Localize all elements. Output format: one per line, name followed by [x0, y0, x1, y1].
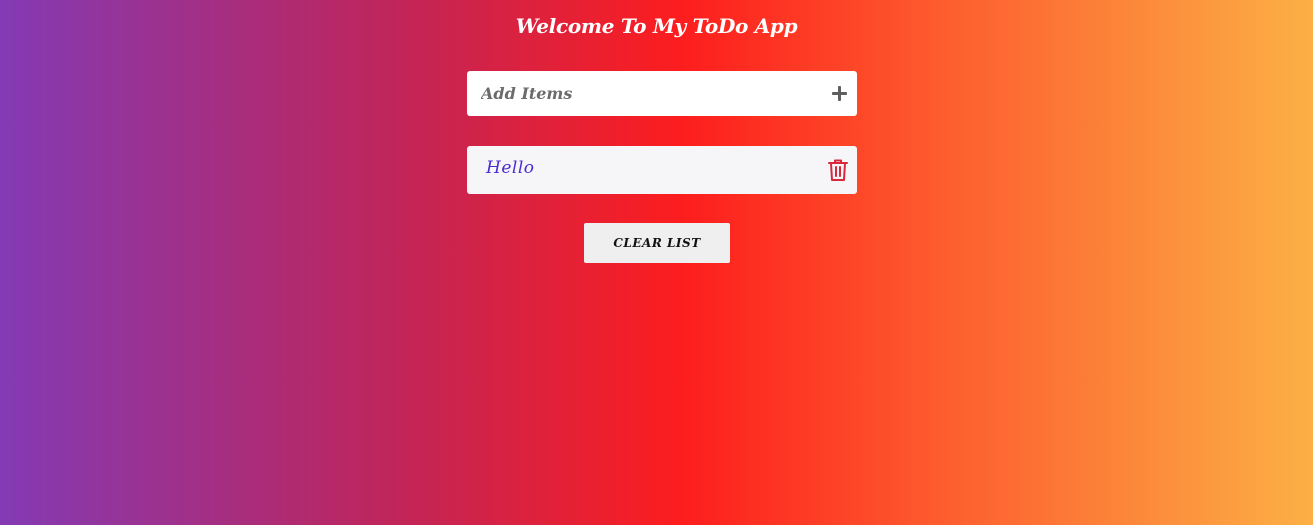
plus-icon[interactable]	[831, 85, 847, 101]
clear-list-button[interactable]: CLEAR LIST	[584, 223, 730, 263]
list-item-text: Hello	[486, 158, 535, 178]
add-item-input[interactable]	[467, 71, 817, 116]
list-item: Hello	[467, 146, 857, 194]
add-item-container	[467, 71, 857, 116]
page-title: Welcome To My ToDo App	[515, 14, 798, 38]
trash-icon[interactable]	[827, 158, 849, 182]
